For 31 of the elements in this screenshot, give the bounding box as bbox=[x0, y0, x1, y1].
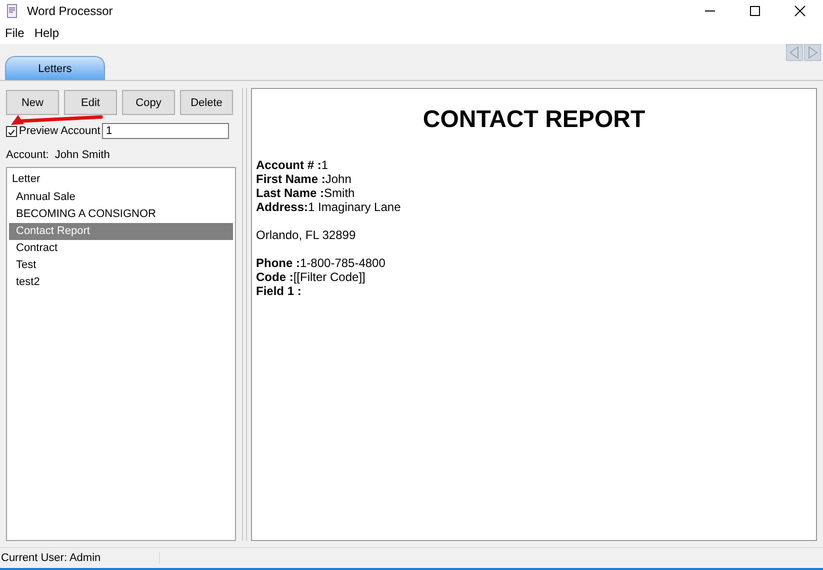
app-icon bbox=[7, 4, 17, 18]
document-line: Field 1 : bbox=[256, 284, 302, 298]
document-line: Address:1 Imaginary Lane bbox=[256, 200, 402, 214]
account-name: John Smith bbox=[54, 149, 110, 161]
list-item[interactable]: Test bbox=[9, 257, 233, 274]
document-line: Phone :1-800-785-4800 bbox=[256, 256, 386, 270]
document-line: Orlando, FL 32899 bbox=[256, 228, 357, 242]
list-item[interactable]: BECOMING A CONSIGNOR bbox=[9, 206, 233, 223]
preview-checkbox[interactable] bbox=[6, 126, 17, 136]
status-text: Current User: Admin bbox=[0, 552, 160, 564]
document-line: Last Name :Smith bbox=[256, 186, 356, 200]
menu-item[interactable]: File bbox=[0, 26, 30, 40]
document-line: Code :[[Filter Code]] bbox=[256, 270, 366, 284]
toolbar-button[interactable]: Delete bbox=[180, 90, 233, 115]
document-title: CONTACT REPORT bbox=[422, 106, 646, 134]
menu-item[interactable]: Help bbox=[29, 26, 64, 40]
account-label: Account: bbox=[6, 149, 49, 161]
preview-label: Preview Account bbox=[19, 125, 102, 137]
toolbar-button[interactable]: Edit bbox=[64, 90, 117, 115]
account-input[interactable]: 1 bbox=[102, 123, 229, 139]
tab[interactable]: Letters bbox=[5, 56, 105, 80]
window-title: Word Processor bbox=[27, 4, 114, 18]
toolbar-button[interactable]: Copy bbox=[122, 90, 175, 115]
list-item[interactable]: test2 bbox=[9, 274, 233, 291]
list-item[interactable]: Contract bbox=[9, 240, 233, 257]
list-item[interactable]: Contact Report bbox=[9, 223, 233, 240]
tree-root[interactable]: Letter bbox=[9, 171, 233, 188]
list-item[interactable]: Annual Sale bbox=[9, 189, 233, 206]
toolbar-button[interactable]: New bbox=[6, 90, 59, 115]
document-line: Account # :1 bbox=[256, 158, 330, 172]
document-line: First Name :John bbox=[256, 172, 352, 186]
